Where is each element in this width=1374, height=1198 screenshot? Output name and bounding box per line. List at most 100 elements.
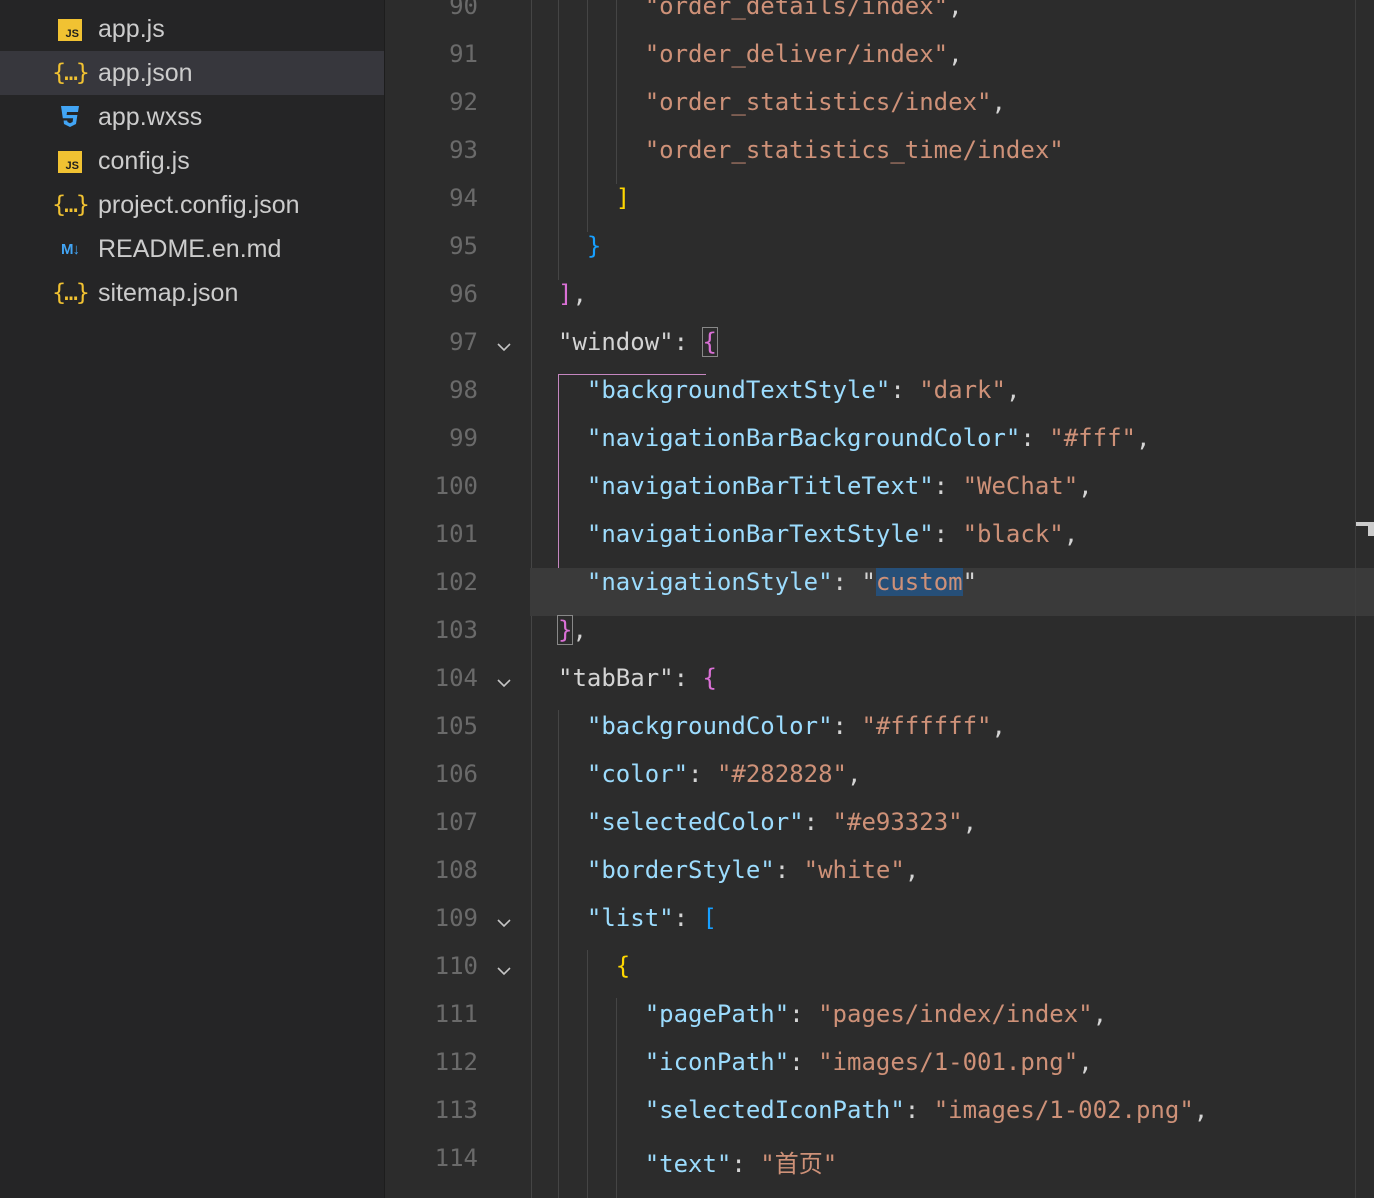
code-token: "pagePath" xyxy=(644,1000,790,1028)
file-name: app.js xyxy=(98,15,165,43)
code-text[interactable]: "color": "#282828", xyxy=(587,760,862,788)
code-line[interactable]: 99 "navigationBarBackgroundColor": "#fff"… xyxy=(385,424,1374,472)
line-number: 99 xyxy=(449,424,478,452)
file-item-sitemap-json[interactable]: {…} sitemap.json xyxy=(0,271,384,315)
code-token: "#e93323" xyxy=(832,808,963,836)
code-text[interactable]: "selectedIconPath": "images/1-002.png", xyxy=(645,1096,1209,1124)
line-number: 94 xyxy=(449,184,478,212)
code-token: , xyxy=(991,88,1006,116)
code-token: "order_details/index" xyxy=(644,0,949,20)
code-token: "order_statistics/index" xyxy=(644,88,992,116)
code-text[interactable]: "navigationBarTextStyle": "black", xyxy=(587,520,1078,548)
code-line[interactable]: 102 "navigationStyle": "custom" xyxy=(385,568,1374,616)
code-token: : xyxy=(904,1096,934,1124)
code-token: "color" xyxy=(586,760,689,788)
code-text[interactable]: "order_deliver/index", xyxy=(645,40,963,68)
code-text[interactable]: "tabBar": { xyxy=(558,664,717,692)
code-text[interactable]: "order_statistics_time/index" xyxy=(645,136,1064,164)
code-text[interactable]: "backgroundTextStyle": "dark", xyxy=(587,376,1021,404)
code-text[interactable]: { xyxy=(616,952,630,980)
line-number: 104 xyxy=(434,664,478,692)
code-text[interactable]: "navigationBarBackgroundColor": "#fff", xyxy=(587,424,1151,452)
code-token: "pages/index/index" xyxy=(818,1000,1093,1028)
code-token: "order_statistics_time/index" xyxy=(644,136,1064,164)
scrollbar-marker[interactable] xyxy=(1356,522,1374,536)
code-line[interactable]: 95} xyxy=(385,232,1374,280)
code-token: "list" xyxy=(586,904,674,932)
line-number: 103 xyxy=(434,616,478,644)
code-line[interactable]: 109 "list": [ xyxy=(385,904,1374,952)
chevron-down-icon[interactable] xyxy=(497,916,511,930)
code-line[interactable]: 101 "navigationBarTextStyle": "black", xyxy=(385,520,1374,568)
file-name: project.config.json xyxy=(98,191,300,219)
code-token: , xyxy=(1005,376,1021,404)
code-line[interactable]: 103}, xyxy=(385,615,1374,664)
file-item-readme-en-md[interactable]: M↓ README.en.md xyxy=(0,227,384,271)
code-text[interactable]: }, xyxy=(556,615,587,645)
js-file-icon: JS xyxy=(55,16,85,42)
code-editor[interactable]: 90 "order_details/index", 91 "order_deliver… xyxy=(385,0,1374,1198)
code-text[interactable]: "pagePath": "pages/index/index", xyxy=(645,1000,1107,1028)
file-name: config.js xyxy=(98,147,190,175)
code-text[interactable]: "order_statistics/index", xyxy=(645,88,1006,116)
code-line[interactable]: 113 "selectedIconPath": "images/1-002.png… xyxy=(385,1096,1374,1144)
code-line[interactable]: 92 "order_statistics/index", xyxy=(385,88,1374,136)
code-text[interactable]: "order_details/index", xyxy=(645,0,963,20)
code-line[interactable]: 91 "order_deliver/index", xyxy=(385,40,1374,88)
json-file-icon: {…} xyxy=(52,280,90,306)
chevron-down-icon[interactable] xyxy=(497,340,511,354)
code-text[interactable]: ] xyxy=(616,184,630,212)
code-line[interactable]: 107 "selectedColor": "#e93323", xyxy=(385,808,1374,856)
code-text[interactable]: "backgroundColor": "#ffffff", xyxy=(587,712,1006,740)
file-explorer: JS app.js {…} app.json app.wxss JS config.js {…… xyxy=(0,0,384,1198)
file-item-app-js[interactable]: JS app.js xyxy=(0,7,384,51)
code-token: ] xyxy=(558,280,573,308)
code-line[interactable]: 98 "backgroundTextStyle": "dark", xyxy=(385,376,1374,424)
line-number: 90 xyxy=(449,0,478,20)
chevron-down-icon[interactable] xyxy=(497,676,511,690)
code-line[interactable]: 100 "navigationBarTitleText": "WeChat", xyxy=(385,472,1374,520)
code-token: , xyxy=(948,0,963,20)
line-number: 109 xyxy=(434,904,478,932)
file-item-config-js[interactable]: JS config.js xyxy=(0,139,384,183)
code-text[interactable]: "navigationStyle": "custom" xyxy=(587,568,977,596)
code-token: { xyxy=(615,952,631,980)
file-item-project-config-json[interactable]: {…} project.config.json xyxy=(0,183,384,227)
file-item-app-json[interactable]: {…} app.json xyxy=(0,51,384,95)
code-text[interactable]: } xyxy=(587,232,601,260)
code-token: " xyxy=(962,568,978,596)
code-text[interactable]: "selectedColor": "#e93323", xyxy=(587,808,977,836)
matched-bracket: { xyxy=(701,327,718,357)
file-item-app-wxss[interactable]: app.wxss xyxy=(0,95,384,139)
code-text[interactable]: "borderStyle": "white", xyxy=(587,856,919,884)
code-text[interactable]: "list": [ xyxy=(587,904,717,932)
code-token: , xyxy=(1078,472,1093,500)
code-line[interactable]: 110 { xyxy=(385,952,1374,1000)
scrollbar-track[interactable] xyxy=(1355,0,1356,1198)
code-text[interactable]: "navigationBarTitleText": "WeChat", xyxy=(587,472,1093,500)
code-line[interactable]: 112 "iconPath": "images/1-001.png", xyxy=(385,1048,1374,1096)
code-line[interactable]: 114 "text": "首页" xyxy=(385,1144,1374,1192)
code-line[interactable]: 93 "order_statistics_time/index" xyxy=(385,136,1374,184)
code-text[interactable]: "text": "首页" xyxy=(645,1144,838,1179)
code-text[interactable]: ], xyxy=(558,280,587,308)
chevron-down-icon[interactable] xyxy=(497,964,511,978)
code-line[interactable]: 94] xyxy=(385,184,1374,232)
code-line[interactable]: 96], xyxy=(385,280,1374,328)
code-line[interactable]: 108 "borderStyle": "white", xyxy=(385,856,1374,904)
code-token: "dark" xyxy=(919,376,1006,404)
code-token: "images/1-001.png" xyxy=(818,1048,1079,1076)
code-line[interactable]: 105 "backgroundColor": "#ffffff", xyxy=(385,712,1374,760)
line-number: 101 xyxy=(434,520,478,548)
code-line[interactable]: 97 "window": { xyxy=(385,327,1374,376)
code-line[interactable]: 106 "color": "#282828", xyxy=(385,760,1374,808)
code-line[interactable]: 104 "tabBar": { xyxy=(385,664,1374,712)
code-text[interactable]: "iconPath": "images/1-001.png", xyxy=(645,1048,1093,1076)
line-number: 97 xyxy=(449,328,478,356)
code-line[interactable]: 90 "order_details/index", xyxy=(385,0,1374,40)
code-text[interactable]: "window": { xyxy=(558,327,718,357)
markdown-file-icon: M↓ xyxy=(61,240,80,258)
line-number: 93 xyxy=(449,136,478,164)
code-token: : xyxy=(803,808,833,836)
code-line[interactable]: 111 "pagePath": "pages/index/index", xyxy=(385,1000,1374,1048)
